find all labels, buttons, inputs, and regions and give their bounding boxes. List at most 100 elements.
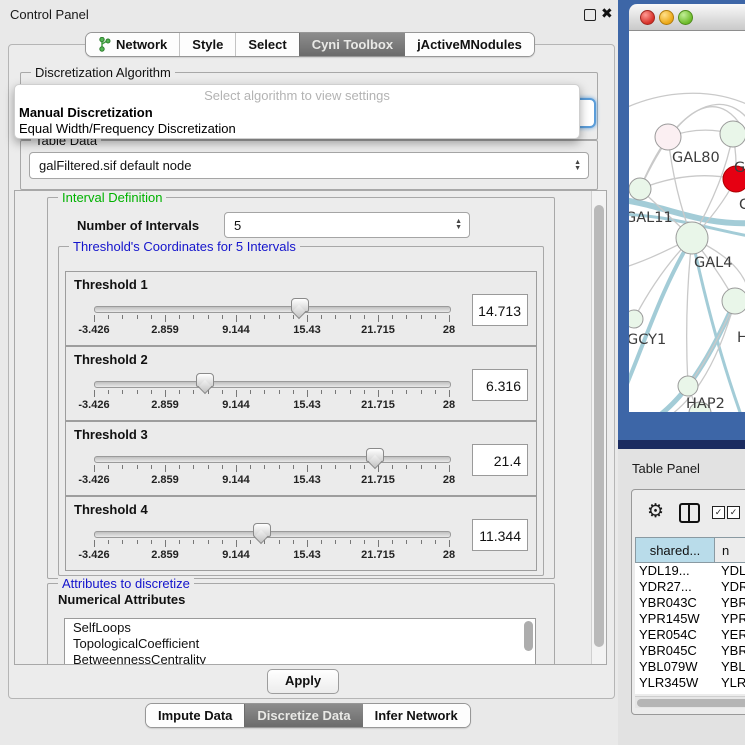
table-row[interactable]: YDR27...YDR2: [635, 579, 745, 595]
slider-tick: [449, 540, 450, 547]
horizontal-scrollbar-track[interactable]: [635, 696, 745, 708]
slider-tick: [421, 465, 422, 469]
threshold-value-field[interactable]: 14.713: [472, 294, 528, 326]
threshold-label: Threshold 3: [74, 427, 148, 442]
column-header-shared[interactable]: shared...: [635, 537, 715, 563]
network-edge[interactable]: [629, 93, 745, 111]
slider-tick: [222, 390, 223, 394]
slider-tick: [293, 315, 294, 319]
slider-tick: [193, 540, 194, 544]
slider-tick-label: 28: [443, 549, 455, 561]
minimize-traffic-light[interactable]: [659, 10, 674, 25]
network-window-titlebar[interactable]: [629, 4, 745, 31]
table-row[interactable]: YLR345WYLR3: [635, 675, 745, 691]
number-of-intervals-combobox[interactable]: 5 ▲▼: [224, 212, 470, 238]
slider-thumb[interactable]: [196, 373, 214, 387]
slider-tick: [264, 540, 265, 544]
apply-button[interactable]: Apply: [267, 669, 339, 694]
cell-name: YLR3: [715, 675, 745, 691]
vertical-scrollbar-track[interactable]: [591, 191, 607, 664]
close-traffic-light[interactable]: [640, 10, 655, 25]
network-edge[interactable]: [687, 238, 692, 386]
threshold-value-field[interactable]: 21.4: [472, 444, 528, 476]
table-row[interactable]: YER054CYER0: [635, 627, 745, 643]
table-row[interactable]: YPR145WYPR1: [635, 611, 745, 627]
slider-track[interactable]: [94, 456, 451, 463]
list-item[interactable]: TopologicalCoefficient: [65, 635, 535, 651]
slider-thumb[interactable]: [291, 298, 309, 312]
tab-discretize-data[interactable]: Discretize Data: [244, 704, 362, 727]
slider-tick: [449, 390, 450, 397]
slider-tick: [279, 390, 280, 394]
vertical-scrollbar-thumb[interactable]: [594, 205, 604, 647]
slider-tick: [392, 390, 393, 394]
threshold-value-field[interactable]: 11.344: [472, 519, 528, 551]
slider-tick: [364, 465, 365, 469]
network-canvas[interactable]: GAL80GACGAL11GAL4GCY1HHAP2: [629, 31, 745, 412]
tab-infer-network[interactable]: Infer Network: [363, 704, 470, 727]
slider-tick: [279, 540, 280, 544]
tab-jactivemnodules[interactable]: jActiveMNodules: [405, 33, 534, 56]
network-node[interactable]: [629, 178, 651, 200]
slider-track[interactable]: [94, 306, 451, 313]
table-row[interactable]: YBR045CYBR0: [635, 643, 745, 659]
slider-tick: [378, 540, 379, 547]
column-layout-icon[interactable]: [679, 503, 700, 523]
popup-item-manual-discretization[interactable]: Manual Discretization: [19, 105, 153, 120]
table-row[interactable]: YBR043CYBR0: [635, 595, 745, 611]
slider-tick: [222, 540, 223, 544]
horizontal-scrollbar-thumb[interactable]: [637, 699, 745, 707]
network-node[interactable]: [722, 288, 745, 314]
table-data-combobox[interactable]: galFiltered.sif default node ▲▼: [29, 152, 589, 179]
network-edge[interactable]: [640, 176, 736, 189]
tab-style[interactable]: Style: [179, 33, 235, 56]
threshold-label: Threshold 4: [74, 502, 148, 517]
tab-impute-data[interactable]: Impute Data: [146, 704, 244, 727]
zoom-traffic-light[interactable]: [678, 10, 693, 25]
list-item[interactable]: BetweennessCentrality: [65, 651, 535, 665]
slider-tick: [250, 390, 251, 394]
slider-tick: [392, 465, 393, 469]
cell-name: YPR1: [715, 611, 745, 627]
table-row[interactable]: YIL052CYIL0: [635, 691, 745, 694]
cell-shared-name: YPR145W: [635, 611, 715, 627]
column-header-name[interactable]: n: [714, 537, 745, 563]
slider-tick: [250, 465, 251, 469]
node-label: GAL80: [672, 150, 720, 166]
table-row[interactable]: YBL079WYBL0: [635, 659, 745, 675]
slider-thumb[interactable]: [253, 523, 271, 537]
tab-network[interactable]: Network: [86, 33, 179, 56]
slider-track[interactable]: [94, 531, 451, 538]
slider-tick: [406, 540, 407, 544]
node-label: GAL11: [629, 210, 673, 226]
number-of-intervals-value: 5: [234, 218, 241, 233]
popup-item-equal-width-frequency[interactable]: Equal Width/Frequency Discretization: [19, 121, 236, 136]
tab-select[interactable]: Select: [235, 33, 298, 56]
list-item[interactable]: SelfLoops: [65, 619, 535, 635]
close-icon[interactable]: ✖: [601, 5, 613, 22]
slider-tick: [335, 390, 336, 394]
table-panel-title: Table Panel: [632, 461, 700, 476]
slider-tick: [179, 315, 180, 319]
table-row[interactable]: YDL19...YDL1: [635, 563, 745, 579]
tab-cyni-toolbox[interactable]: Cyni Toolbox: [299, 33, 405, 56]
combo-stepper-icon: ▲▼: [455, 219, 462, 231]
slider-tick-label: 21.715: [361, 399, 395, 411]
network-node[interactable]: [655, 124, 681, 150]
network-node[interactable]: [678, 376, 698, 396]
slider-thumb[interactable]: [366, 448, 384, 462]
slider-tick-label: 28: [443, 324, 455, 336]
checkbox-icon[interactable]: ✓: [712, 506, 725, 519]
slider-track[interactable]: [94, 381, 451, 388]
network-node[interactable]: [629, 310, 643, 328]
gear-icon[interactable]: ⚙: [647, 500, 664, 523]
network-node[interactable]: [676, 222, 708, 254]
slider-tick: [108, 465, 109, 469]
slider-tick: [350, 390, 351, 394]
float-window-icon[interactable]: [584, 9, 596, 21]
threshold-value-field[interactable]: 6.316: [472, 369, 528, 401]
network-node[interactable]: [720, 121, 745, 147]
slider-tick: [179, 465, 180, 469]
list-scrollbar[interactable]: [524, 621, 533, 651]
checkbox-icon[interactable]: ✓: [727, 506, 740, 519]
